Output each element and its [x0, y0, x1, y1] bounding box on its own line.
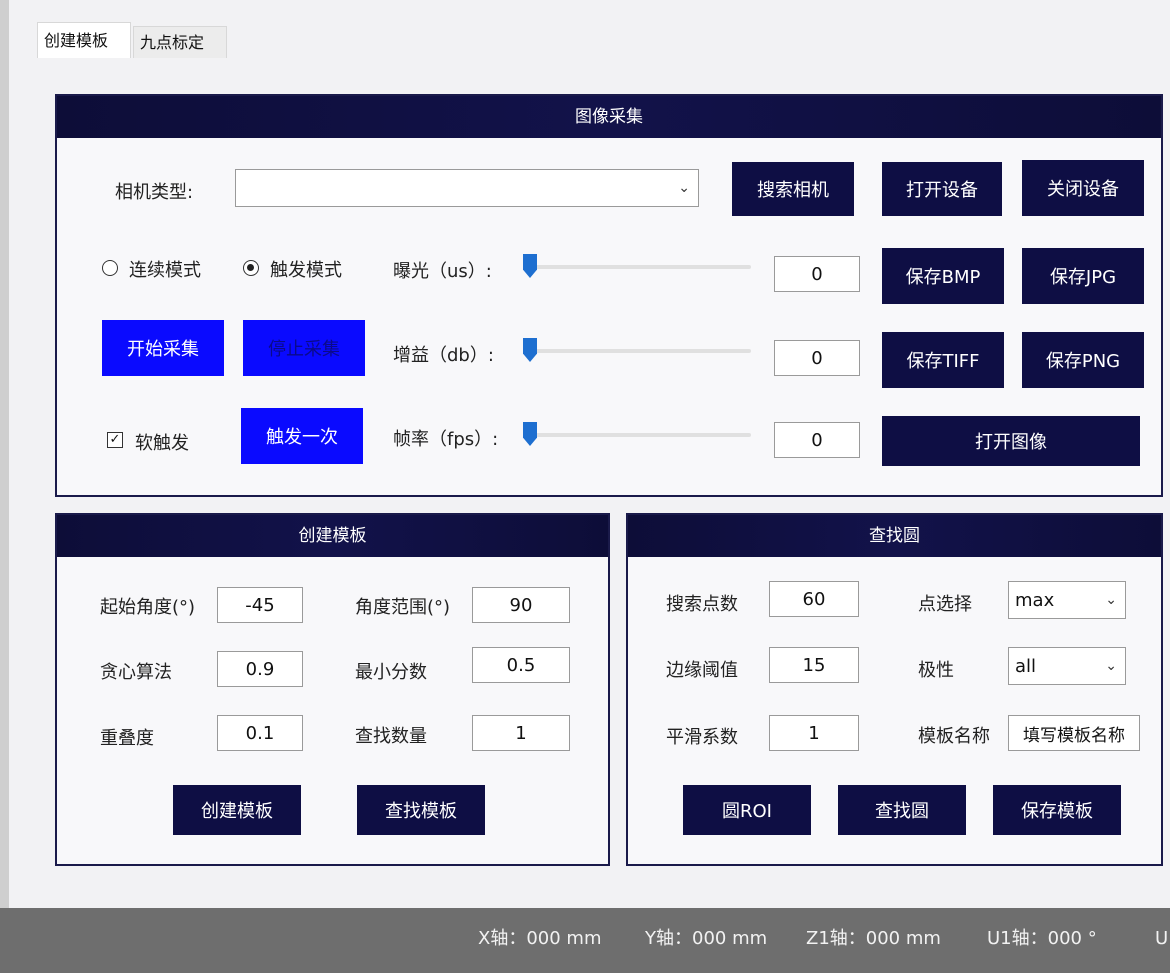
find-count-field[interactable]: 1 [472, 715, 570, 751]
polarity-dropdown[interactable]: all ⌄ [1008, 647, 1126, 685]
start-capture-button[interactable]: 开始采集 [102, 320, 224, 376]
framerate-value-field[interactable]: 0 [774, 422, 860, 458]
create-template-panel: 创建模板 起始角度(°) -45 角度范围(°) 90 贪心算法 0.9 最小分… [55, 513, 610, 866]
polarity-label: 极性 [918, 660, 954, 681]
point-select-dropdown[interactable]: max ⌄ [1008, 581, 1126, 619]
gain-value-field[interactable]: 0 [774, 340, 860, 376]
save-template-button[interactable]: 保存模板 [993, 785, 1121, 835]
overlap-field[interactable]: 0.1 [217, 715, 303, 751]
open-device-button[interactable]: 打开设备 [882, 162, 1002, 216]
exposure-value-field[interactable]: 0 [774, 256, 860, 292]
framerate-slider-track [523, 433, 751, 437]
template-name-input[interactable]: 填写模板名称 [1008, 715, 1140, 751]
chevron-down-icon: ⌄ [1105, 592, 1117, 608]
tab-nine-point-calibration[interactable]: 九点标定 [133, 26, 227, 58]
template-name-label: 模板名称 [918, 726, 990, 747]
search-camera-button[interactable]: 搜索相机 [732, 162, 854, 216]
min-score-field[interactable]: 0.5 [472, 647, 570, 683]
exposure-slider-thumb[interactable] [523, 254, 537, 278]
smooth-factor-label: 平滑系数 [666, 727, 738, 748]
circle-roi-button[interactable]: 圆ROI [683, 785, 811, 835]
soft-trigger-checkbox[interactable]: ✓ [107, 432, 123, 448]
chevron-down-icon: ⌄ [678, 180, 690, 196]
trigger-mode-label: 触发模式 [270, 260, 342, 281]
gain-slider-thumb[interactable] [523, 338, 537, 362]
framerate-label: 帧率（fps）: [393, 429, 499, 450]
soft-trigger-label: 软触发 [135, 433, 189, 454]
overlap-label: 重叠度 [100, 728, 154, 749]
continuous-mode-label: 连续模式 [129, 260, 201, 281]
exposure-slider-track [523, 265, 751, 269]
framerate-slider-thumb[interactable] [523, 422, 537, 446]
angle-range-label: 角度范围(°) [355, 597, 451, 618]
open-image-button[interactable]: 打开图像 [882, 416, 1140, 466]
u1-axis-readout: U1轴：000 ° [987, 928, 1097, 949]
framerate-slider[interactable] [523, 422, 751, 448]
camera-type-select[interactable]: ⌄ [235, 169, 699, 207]
u-axis-readout-partial: U [1155, 928, 1169, 949]
close-device-button[interactable]: 关闭设备 [1022, 160, 1144, 216]
image-capture-title: 图像采集 [57, 96, 1161, 138]
chevron-down-icon: ⌄ [1105, 658, 1117, 674]
min-score-label: 最小分数 [355, 662, 427, 683]
angle-range-field[interactable]: 90 [472, 587, 570, 623]
trigger-once-button[interactable]: 触发一次 [241, 408, 363, 464]
greedy-algorithm-field[interactable]: 0.9 [217, 651, 303, 687]
gain-label: 增益（db）: [393, 345, 494, 366]
edge-threshold-field[interactable]: 15 [769, 647, 859, 683]
start-angle-label: 起始角度(°) [100, 597, 196, 618]
smooth-factor-field[interactable]: 1 [769, 715, 859, 751]
tab-create-template[interactable]: 创建模板 [37, 22, 131, 58]
stop-capture-button[interactable]: 停止采集 [243, 320, 365, 376]
gain-slider-track [523, 349, 751, 353]
z1-axis-readout: Z1轴：000 mm [806, 928, 941, 949]
image-capture-panel: 图像采集 相机类型: ⌄ 搜索相机 打开设备 关闭设备 连续模式 触发模式 曝光… [55, 94, 1163, 497]
exposure-label: 曝光（us）: [393, 261, 492, 282]
edge-threshold-label: 边缘阈值 [666, 660, 738, 681]
greedy-algorithm-label: 贪心算法 [100, 662, 172, 683]
search-points-field[interactable]: 60 [769, 581, 859, 617]
find-circle-panel: 查找圆 搜索点数 60 点选择 max ⌄ 边缘阈值 15 极性 all ⌄ 平… [626, 513, 1163, 866]
create-template-button[interactable]: 创建模板 [173, 785, 301, 835]
trigger-mode-radio[interactable] [243, 260, 259, 276]
find-count-label: 查找数量 [355, 726, 427, 747]
gain-slider[interactable] [523, 338, 751, 364]
x-axis-readout: X轴：000 mm [478, 928, 602, 949]
save-tiff-button[interactable]: 保存TIFF [882, 332, 1004, 388]
save-jpg-button[interactable]: 保存JPG [1022, 248, 1144, 304]
create-template-title: 创建模板 [57, 515, 608, 557]
polarity-value: all [1015, 655, 1037, 677]
status-bar: X轴：000 mm Y轴：000 mm Z1轴：000 mm U1轴：000 °… [0, 908, 1170, 973]
continuous-mode-radio[interactable] [102, 260, 118, 276]
find-circle-title: 查找圆 [628, 515, 1161, 557]
save-bmp-button[interactable]: 保存BMP [882, 248, 1004, 304]
search-points-label: 搜索点数 [666, 594, 738, 615]
point-select-label: 点选择 [918, 594, 972, 615]
find-template-button[interactable]: 查找模板 [357, 785, 485, 835]
camera-type-label: 相机类型: [115, 182, 194, 203]
start-angle-field[interactable]: -45 [217, 587, 303, 623]
y-axis-readout: Y轴：000 mm [645, 928, 768, 949]
find-circle-button[interactable]: 查找圆 [838, 785, 966, 835]
save-png-button[interactable]: 保存PNG [1022, 332, 1144, 388]
point-select-value: max [1015, 589, 1055, 611]
exposure-slider[interactable] [523, 254, 751, 280]
